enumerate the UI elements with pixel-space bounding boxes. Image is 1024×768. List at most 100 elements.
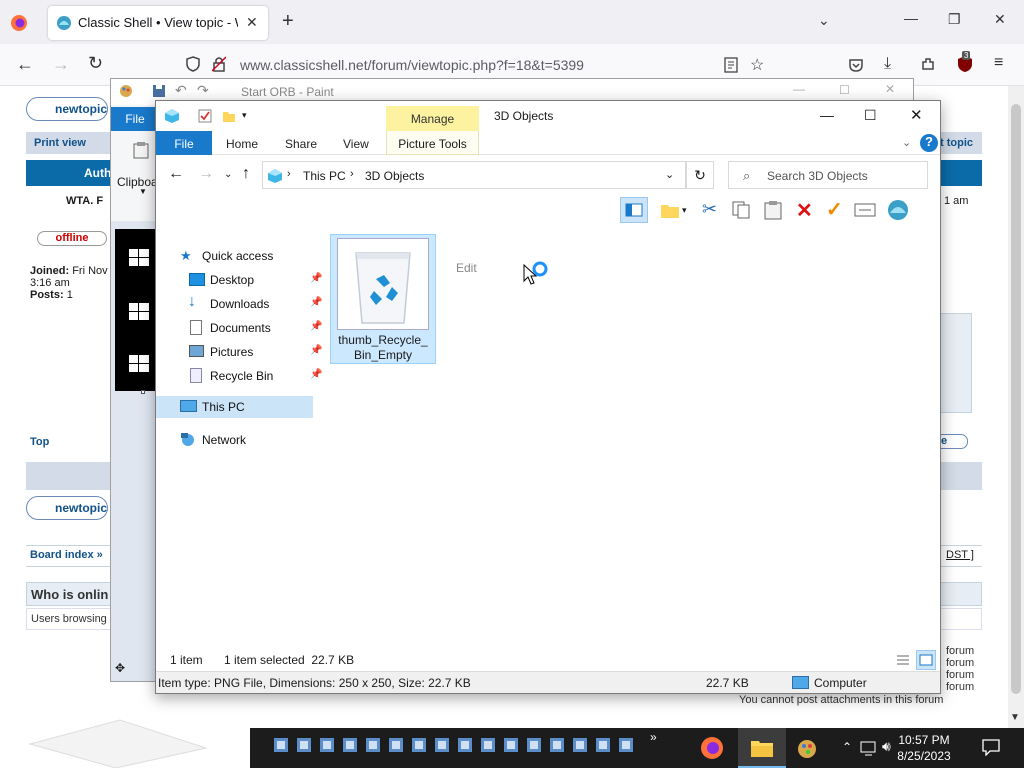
volume-icon[interactable]: 🔊︎ [882, 738, 891, 755]
forward-icon[interactable]: → [52, 54, 70, 75]
address-bar[interactable]: › This PC › 3D Objects ⌄ [262, 161, 686, 189]
paste-icon[interactable] [133, 141, 149, 159]
classic-shell-taskbar-icon[interactable] [619, 738, 633, 752]
classic-shell-taskbar-icon[interactable] [343, 738, 357, 752]
rename-icon[interactable] [854, 203, 876, 217]
save-icon[interactable] [153, 85, 165, 97]
browser-tab-active[interactable]: Classic Shell • View topic - Win ✕ [48, 6, 268, 40]
search-box[interactable]: ⌕ Search 3D Objects [728, 161, 928, 189]
recent-locations-icon[interactable]: ⌄ [224, 169, 232, 180]
classic-shell-taskbar-icon[interactable] [366, 738, 380, 752]
classic-shell-taskbar-icon[interactable] [274, 738, 288, 752]
classic-shell-settings-icon[interactable] [886, 199, 910, 221]
ribbon-tab-home[interactable]: Home [226, 137, 258, 151]
ribbon-tab-share[interactable]: Share [285, 137, 317, 151]
ribbon-tab-picture-tools[interactable]: Picture Tools [386, 131, 479, 155]
app-menu-icon[interactable]: ≡ [994, 54, 1003, 72]
new-folder-icon[interactable] [222, 109, 236, 123]
url-bar[interactable]: www.classicshell.net/forum/viewtopic.php… [178, 50, 778, 80]
ribbon-tab-file[interactable]: File [156, 131, 212, 155]
nav-pictures[interactable]: Pictures 📌 [186, 341, 322, 363]
refresh-button[interactable]: ↻ [686, 161, 714, 189]
scroll-down-icon[interactable]: ▼ [1010, 712, 1020, 723]
classic-shell-taskbar-icon[interactable] [389, 738, 403, 752]
classic-shell-taskbar-icon[interactable] [504, 738, 518, 752]
classic-shell-taskbar-icon[interactable] [573, 738, 587, 752]
nav-back-icon[interactable]: ← [168, 165, 184, 183]
classic-shell-taskbar-icon[interactable] [297, 738, 311, 752]
taskbar-clock[interactable]: 10:57 PM 8/25/2023 [894, 732, 954, 764]
classic-shell-taskbar-icon[interactable] [412, 738, 426, 752]
help-icon[interactable]: ? [920, 134, 938, 152]
close-browser-button[interactable]: ✕ [994, 11, 1006, 28]
bookmark-star-icon[interactable]: ☆ [750, 55, 764, 75]
nav-desktop[interactable]: Desktop 📌 [186, 269, 322, 291]
back-icon[interactable]: ← [16, 54, 34, 75]
paint-canvas-image[interactable] [115, 229, 157, 391]
nav-downloads[interactable]: ↓ Downloads 📌 [186, 293, 322, 315]
reader-view-icon[interactable] [724, 57, 738, 73]
qat-dropdown-icon[interactable]: ▾ [242, 110, 247, 121]
breadcrumb-3d-objects[interactable]: 3D Objects [365, 169, 424, 183]
explorer-close-button[interactable]: ✕ [910, 106, 923, 124]
nav-this-pc[interactable]: This PC [156, 396, 313, 418]
paint-maximize-button[interactable]: ☐ [839, 83, 850, 97]
firefox-menu-icon[interactable] [10, 14, 28, 32]
classic-shell-taskbar-icon[interactable] [527, 738, 541, 752]
classic-shell-taskbar-icon[interactable] [435, 738, 449, 752]
ublock-icon[interactable]: 3 [956, 51, 974, 73]
paint-minimize-button[interactable]: — [793, 82, 805, 96]
explorer-minimize-button[interactable]: — [820, 107, 834, 123]
up-level-icon[interactable]: ↑ [242, 165, 250, 183]
nav-recycle-bin[interactable]: Recycle Bin 📌 [186, 365, 322, 387]
paint-file-tab[interactable]: File [111, 107, 159, 131]
print-view-link[interactable]: Print view [34, 137, 86, 149]
folder-options-icon[interactable] [660, 201, 680, 219]
page-scrollbar[interactable] [1008, 86, 1024, 728]
top-link[interactable]: Top [30, 436, 49, 448]
classic-shell-taskbar-icon[interactable] [458, 738, 472, 752]
undo-icon[interactable]: ↶ [175, 82, 187, 99]
nav-network[interactable]: Network [156, 429, 313, 451]
new-topic-button[interactable]: newtopic [26, 97, 108, 121]
taskbar-firefox-icon[interactable] [700, 736, 724, 760]
redo-icon[interactable]: ↷ [197, 82, 209, 99]
ribbon-tab-view[interactable]: View [343, 137, 369, 151]
preview-pane-icon[interactable] [620, 197, 648, 223]
nav-quick-access[interactable]: ★ Quick access [178, 245, 314, 267]
manage-context-tab[interactable]: Manage [386, 106, 479, 131]
details-view-icon[interactable] [894, 651, 912, 669]
network-tray-icon[interactable] [860, 740, 878, 756]
folder-options-dropdown-icon[interactable]: ▾ [682, 205, 687, 216]
extensions-icon[interactable] [920, 56, 936, 72]
nav-forward-icon[interactable]: → [198, 165, 214, 183]
classic-shell-taskbar-icon[interactable] [596, 738, 610, 752]
new-tab-button[interactable]: + [282, 10, 294, 33]
taskbar-overflow-chevron-icon[interactable]: » [650, 730, 657, 744]
url-text[interactable]: www.classicshell.net/forum/viewtopic.php… [240, 57, 584, 73]
taskbar-explorer-button[interactable] [738, 728, 786, 768]
list-tabs-icon[interactable]: ⌄ [818, 12, 830, 29]
post-author-name[interactable]: WTA. F [66, 195, 103, 207]
minimize-browser-button[interactable]: — [904, 10, 918, 26]
canvas-resize-handle[interactable] [141, 390, 145, 394]
expand-ribbon-icon[interactable]: ⌄ [902, 136, 911, 149]
file-item[interactable]: thumb_Recycle_ Bin_Empty [330, 234, 436, 364]
reload-icon[interactable]: ↻ [88, 53, 103, 74]
explorer-maximize-button[interactable]: ☐ [864, 107, 877, 124]
post-topic-link[interactable]: t topic [940, 137, 973, 149]
properties-check-icon[interactable]: ✓ [826, 197, 843, 222]
restore-browser-button[interactable]: ❐ [948, 11, 961, 28]
pocket-icon[interactable] [848, 57, 864, 73]
cut-icon[interactable]: ✂ [702, 199, 717, 220]
paint-close-button[interactable]: ✕ [885, 82, 895, 96]
notification-center-icon[interactable] [982, 738, 1000, 756]
classic-shell-taskbar-icon[interactable] [481, 738, 495, 752]
properties-icon[interactable] [198, 109, 212, 123]
classic-shell-taskbar-icon[interactable] [550, 738, 564, 752]
large-icons-view-icon[interactable] [916, 650, 936, 670]
copy-icon[interactable] [732, 201, 750, 219]
classic-shell-taskbar-icon[interactable] [320, 738, 334, 752]
close-tab-icon[interactable]: ✕ [246, 14, 258, 31]
breadcrumb-this-pc[interactable]: This PC [303, 169, 346, 183]
